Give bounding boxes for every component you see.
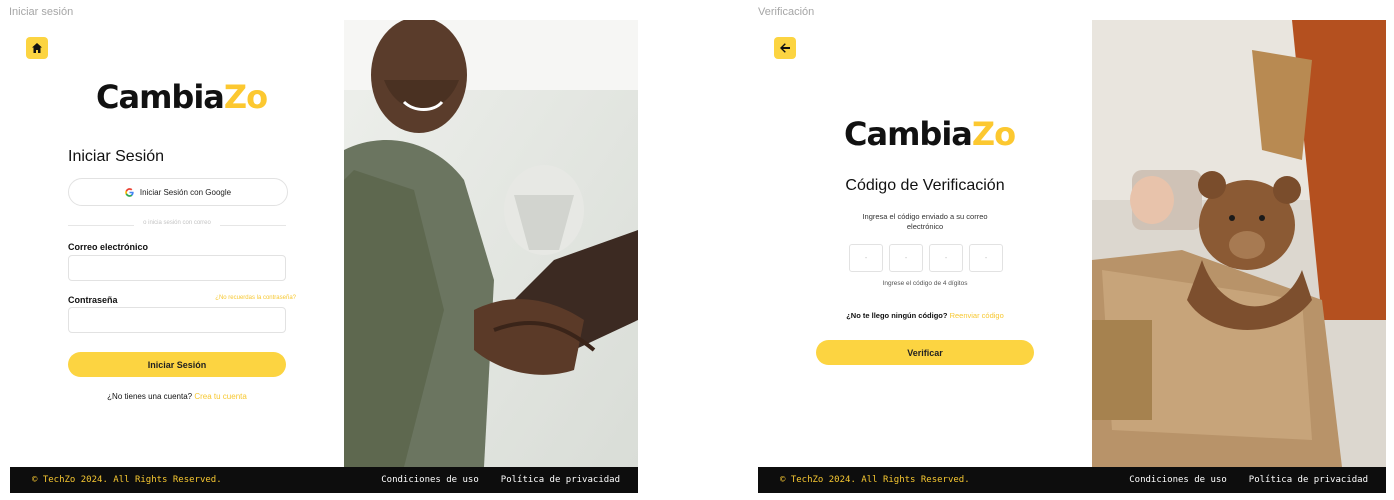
code-hint: Ingrese el código de 4 dígitos (882, 280, 968, 287)
signup-link[interactable]: Crea tu cuenta (194, 392, 246, 401)
brand-logo: CambiaZo (844, 115, 1016, 153)
logo-main: Cambia (96, 78, 225, 116)
resend-prompt: ¿No te llego ningún código? Reenviar cód… (758, 311, 1092, 320)
verify-button[interactable]: Verificar (816, 340, 1034, 365)
signup-prompt: ¿No tienes una cuenta? Crea tu cuenta (68, 392, 286, 401)
email-field[interactable] (68, 255, 286, 281)
home-icon (32, 43, 42, 53)
google-signin-button[interactable]: Iniciar Sesión con Google (68, 178, 288, 206)
divider: o inicia sesión con correo (68, 220, 286, 230)
home-button[interactable] (26, 37, 48, 59)
divider-line-right (220, 225, 286, 226)
page-title: Código de Verificación (845, 177, 1005, 194)
password-field[interactable] (68, 307, 286, 333)
code-digit-3[interactable]: - (929, 244, 963, 272)
google-icon (125, 187, 134, 197)
terms-link[interactable]: Condiciones de uso (381, 475, 479, 485)
terms-link[interactable]: Condiciones de uso (1129, 475, 1227, 485)
teddy-bear-photo (1092, 20, 1386, 467)
privacy-link[interactable]: Política de privacidad (1249, 475, 1368, 485)
signup-prompt-text: ¿No tienes una cuenta? (107, 392, 193, 401)
frame-title-verification: Verificación (758, 6, 815, 18)
footer: © TechZo 2024. All Rights Reserved. Cond… (758, 467, 1386, 493)
password-label: Contraseña (68, 295, 118, 305)
login-panel: CambiaZo Iniciar Sesión Iniciar Sesión c… (10, 20, 344, 467)
handshake-image (344, 20, 638, 467)
code-digit-4[interactable]: - (969, 244, 1003, 272)
logo-main: Cambia (844, 115, 973, 153)
arrow-left-icon (780, 43, 790, 53)
handshake-photo (344, 20, 638, 467)
brand-logo: CambiaZo (96, 78, 268, 116)
page-title: Iniciar Sesión (68, 148, 165, 165)
verification-panel: CambiaZo Código de Verificación Ingresa … (758, 20, 1092, 467)
footer-links: Condiciones de uso Política de privacida… (1129, 475, 1368, 485)
frame-title-login: Iniciar sesión (9, 6, 74, 18)
google-button-label: Iniciar Sesión con Google (139, 187, 232, 197)
logo-accent: Zo (223, 78, 268, 116)
logo-accent: Zo (971, 115, 1016, 153)
forgot-password-link[interactable]: ¿No recuerdas la contraseña? (215, 295, 296, 301)
resend-prompt-text: ¿No te llego ningún código? (846, 311, 948, 320)
footer-copyright: © TechZo 2024. All Rights Reserved. (32, 475, 222, 485)
teddy-bear-image (1092, 20, 1386, 467)
code-digit-2[interactable]: - (889, 244, 923, 272)
login-button[interactable]: Iniciar Sesión (68, 352, 286, 377)
privacy-link[interactable]: Política de privacidad (501, 475, 620, 485)
resend-link[interactable]: Reenviar código (950, 311, 1004, 320)
code-digit-1[interactable]: - (849, 244, 883, 272)
verification-description: Ingresa el código enviado a su correo el… (862, 212, 988, 231)
login-frame: CambiaZo Iniciar Sesión Iniciar Sesión c… (10, 20, 638, 493)
email-label: Correo electrónico (68, 242, 149, 252)
footer: © TechZo 2024. All Rights Reserved. Cond… (10, 467, 638, 493)
back-button[interactable] (774, 37, 796, 59)
footer-links: Condiciones de uso Política de privacida… (381, 475, 620, 485)
footer-copyright: © TechZo 2024. All Rights Reserved. (780, 475, 970, 485)
verification-frame: CambiaZo Código de Verificación Ingresa … (758, 20, 1386, 493)
